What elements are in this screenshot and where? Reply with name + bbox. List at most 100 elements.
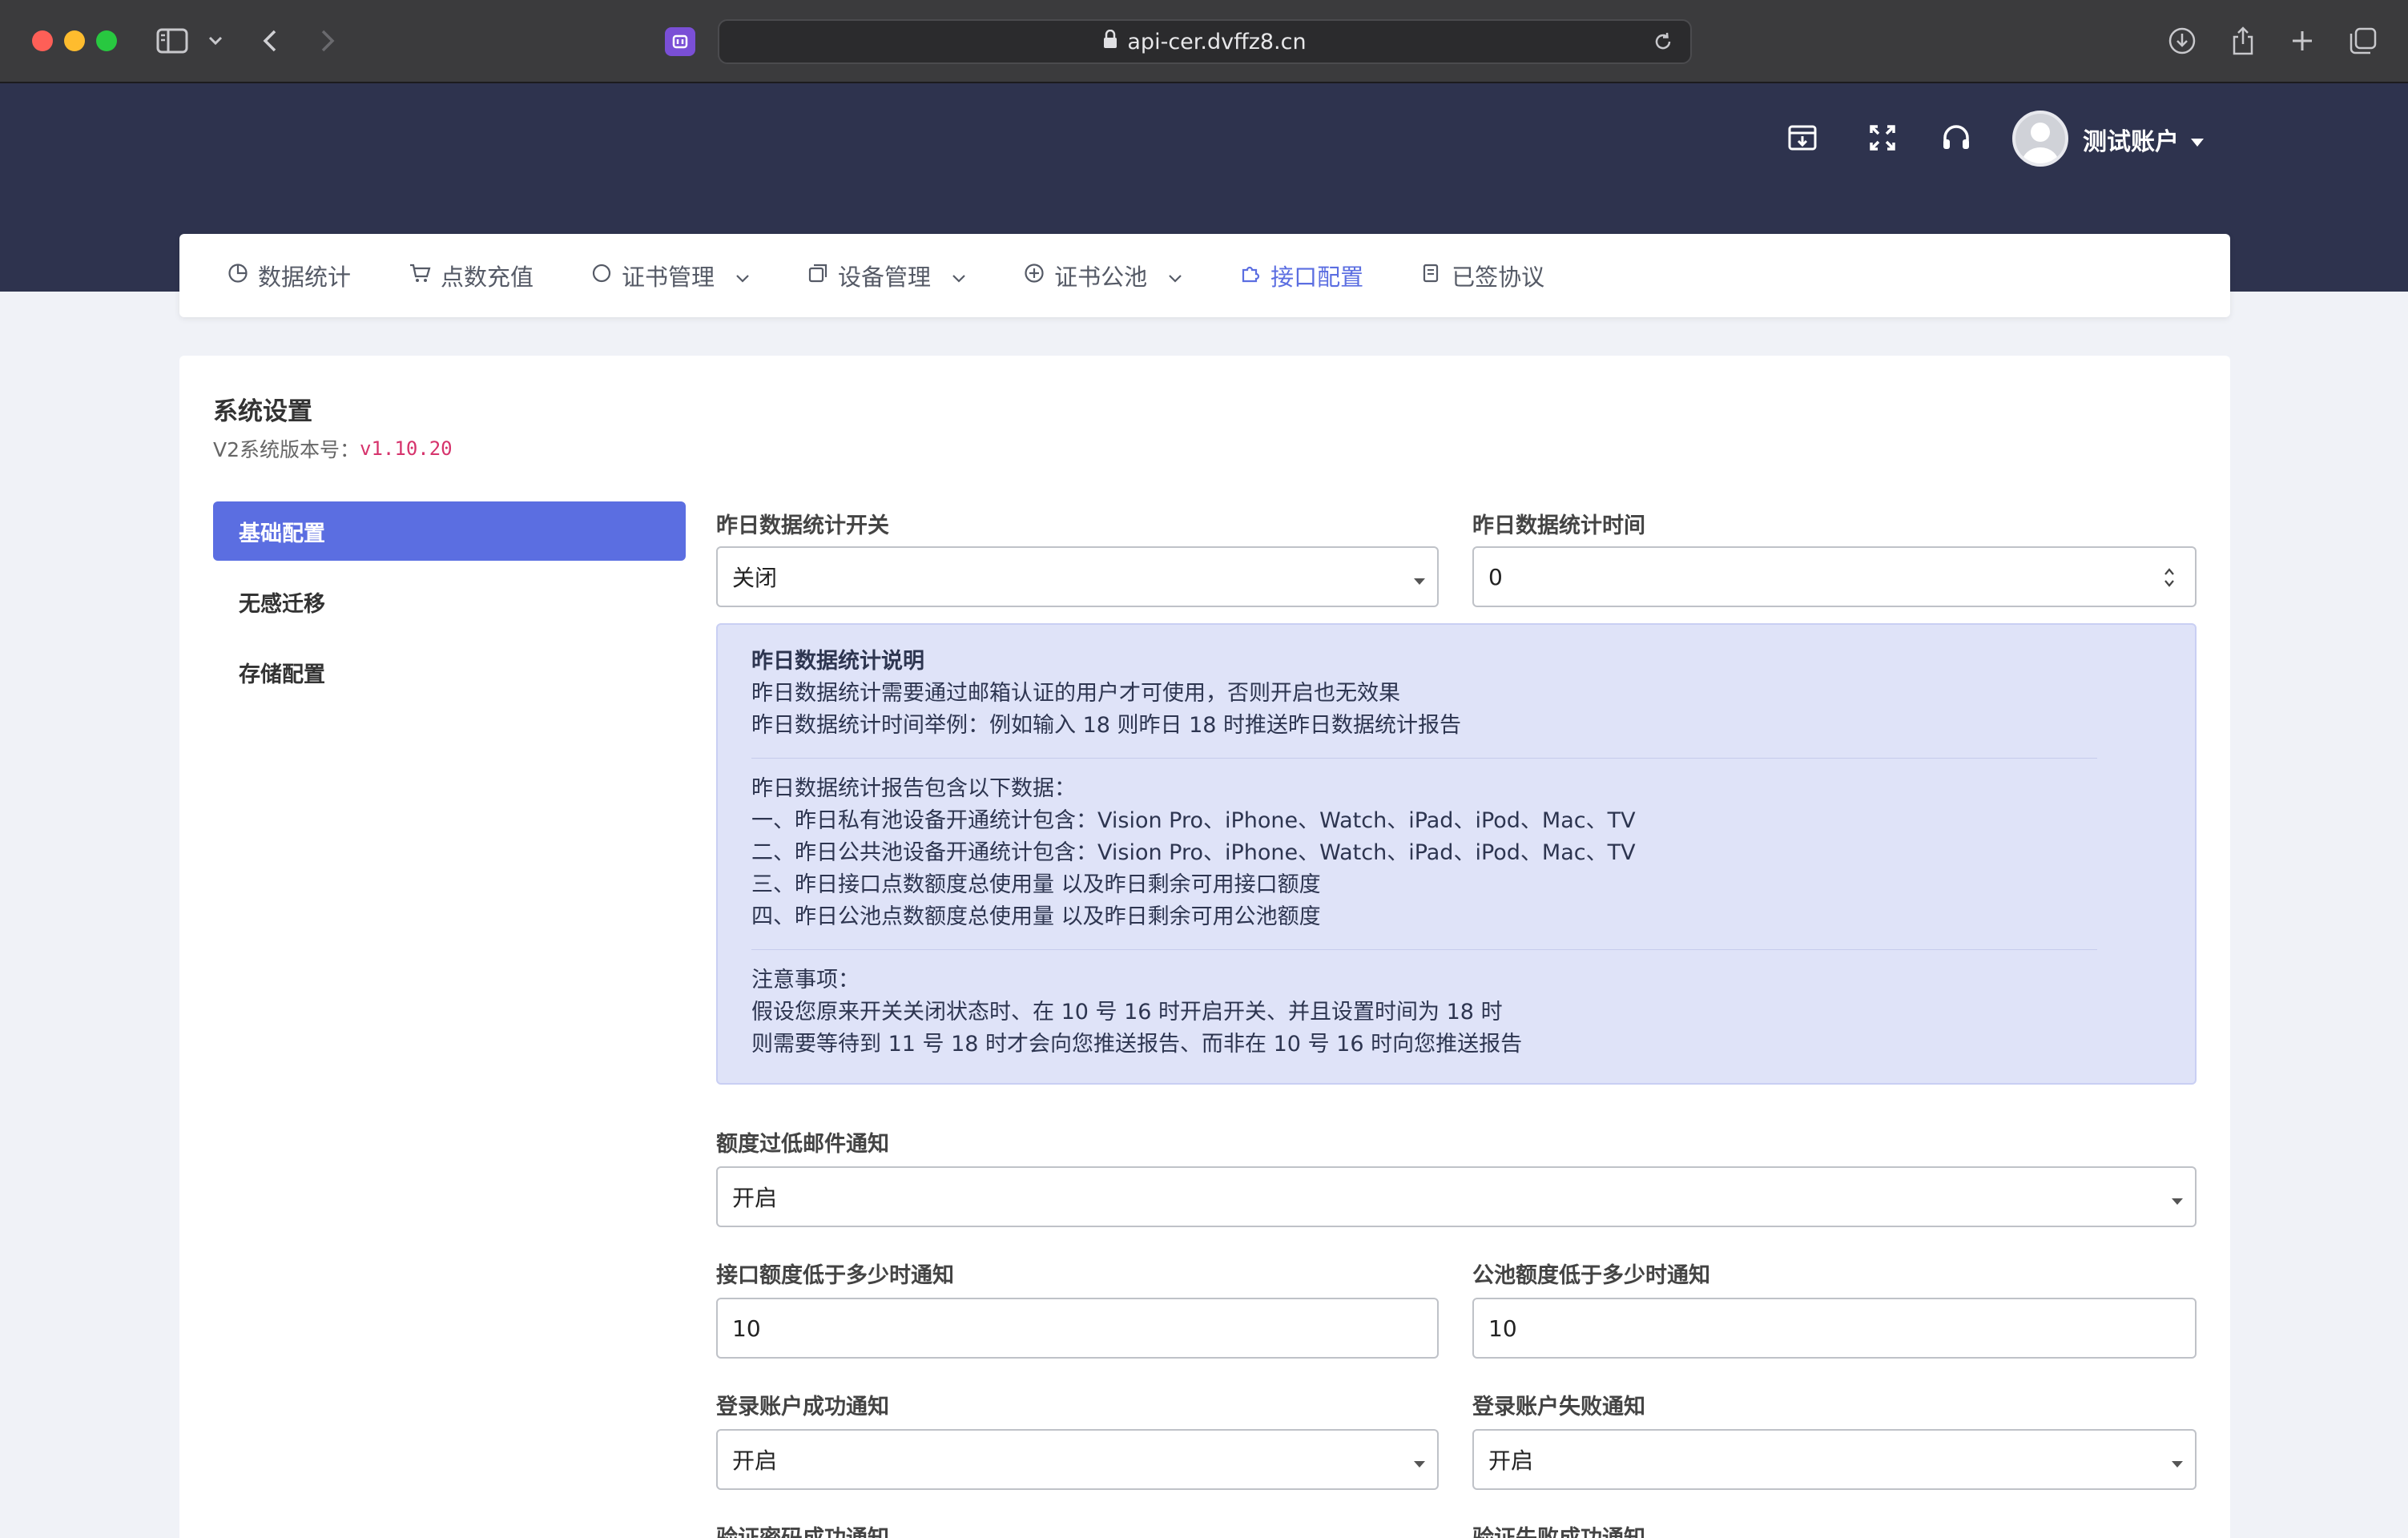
puzzle-icon — [1240, 262, 1261, 289]
device-icon — [807, 262, 828, 289]
avatar[interactable] — [2012, 111, 2068, 167]
caret-down-icon — [2190, 126, 2205, 154]
input-value: 10 — [732, 1315, 761, 1342]
select-value: 关闭 — [732, 565, 778, 591]
chevron-down-icon — [952, 262, 966, 289]
nav-item-device-management[interactable]: 设备管理 — [807, 259, 966, 292]
account-menu[interactable]: 测试账户 — [2083, 122, 2205, 157]
version-value: v1.10.20 — [360, 437, 453, 460]
info-line: 假设您原来开关关闭状态时、在 10 号 16 时开启开关、并且设置时间为 18 … — [751, 1000, 1503, 1025]
info-line: 则需要等待到 11 号 18 时才会向您推送报告、而非在 10 号 16 时向您… — [751, 1032, 1523, 1057]
fullscreen-icon[interactable] — [1863, 119, 1902, 157]
pool-quota-threshold-label: 公池额度低于多少时通知 — [1472, 1263, 1710, 1288]
minimize-window-button[interactable] — [64, 30, 85, 51]
stats-switch-label: 昨日数据统计开关 — [716, 513, 889, 538]
page-title: 系统设置 — [213, 397, 312, 426]
settings-card: 系统设置 V2系统版本号： v1.10.20 基础配置 无感迁移 存储配置 昨日… — [179, 356, 2230, 1538]
version-info: V2系统版本号： v1.10.20 — [213, 434, 453, 463]
lock-icon — [1103, 29, 1117, 54]
verify-pwd-success-label: 验证密码成功通知 — [716, 1520, 889, 1538]
nav-item-label: 证书公池 — [1054, 264, 1148, 291]
info-line: 注意事项： — [751, 968, 860, 992]
tab-overview-icon[interactable] — [2347, 22, 2379, 59]
headset-icon[interactable] — [1937, 119, 1975, 157]
nav-item-label: 接口配置 — [1270, 264, 1364, 291]
cart-icon — [409, 262, 431, 289]
divider — [751, 758, 2097, 759]
chevron-down-icon — [1168, 262, 1182, 289]
zoom-window-button[interactable] — [96, 30, 117, 51]
nav-item-api-config[interactable]: 接口配置 — [1240, 259, 1363, 292]
info-line: 昨日数据统计时间举例：例如输入 18 则昨日 18 时推送昨日数据统计报告 — [751, 713, 1462, 738]
divider — [751, 949, 2097, 950]
caret-down-icon — [2171, 1448, 2184, 1475]
url-text: api-cer.dvffz8.cn — [1127, 29, 1307, 54]
login-fail-label: 登录账户失败通知 — [1472, 1395, 1645, 1419]
chevron-down-icon — [735, 262, 750, 289]
nav-item-label: 已签协议 — [1452, 264, 1545, 291]
plus-circle-icon — [1024, 262, 1045, 289]
archive-download-icon[interactable] — [1783, 119, 1822, 157]
login-fail-select[interactable]: 开启 — [1472, 1429, 2197, 1490]
reload-icon[interactable] — [1652, 30, 1674, 58]
extension-icon[interactable] — [665, 27, 695, 56]
new-tab-icon[interactable] — [2286, 22, 2318, 59]
pie-chart-icon — [228, 262, 248, 289]
back-icon[interactable] — [258, 22, 282, 59]
nav-item-label: 设备管理 — [838, 264, 932, 291]
nav-item-label: 证书管理 — [622, 264, 715, 291]
stats-time-input[interactable]: 0 — [1472, 546, 2197, 607]
input-value: 10 — [1488, 1315, 1517, 1342]
nav-item-signed-agreements[interactable]: 已签协议 — [1421, 259, 1544, 292]
main-nav: 数据统计 点数充值 证书管理 设备管理 证书公池 接口配置 已签协议 — [179, 234, 2230, 317]
side-item-storage-config[interactable]: 存储配置 — [213, 642, 686, 702]
nav-item-label: 点数充值 — [441, 264, 534, 291]
stats-time-label: 昨日数据统计时间 — [1472, 513, 1645, 538]
version-label: V2系统版本号： — [213, 438, 360, 461]
downloads-icon[interactable] — [2166, 22, 2198, 59]
api-quota-threshold-input[interactable]: 10 — [716, 1298, 1439, 1359]
nav-item-data-stats[interactable]: 数据统计 — [228, 259, 351, 292]
login-success-select[interactable]: 开启 — [716, 1429, 1439, 1490]
caret-down-icon — [2171, 1186, 2184, 1212]
stats-switch-select[interactable]: 关闭 — [716, 546, 1439, 607]
pool-quota-threshold-input[interactable]: 10 — [1472, 1298, 2197, 1359]
stepper-icon[interactable] — [2163, 566, 2176, 595]
api-quota-threshold-label: 接口额度低于多少时通知 — [716, 1263, 954, 1288]
address-bar[interactable]: api-cer.dvffz8.cn — [718, 19, 1692, 64]
stats-info-box: 昨日数据统计说明 昨日数据统计需要通过邮箱认证的用户才可使用，否则开启也无效果 … — [716, 623, 2197, 1085]
info-line: 一、昨日私有池设备开通统计包含：Vision Pro、iPhone、Watch、… — [751, 808, 1636, 833]
verify-fail-success-label: 验证失败成功通知 — [1472, 1520, 1645, 1538]
side-item-seamless-migration[interactable]: 无感迁移 — [213, 572, 686, 631]
low-quota-email-label: 额度过低邮件通知 — [716, 1132, 889, 1157]
select-value: 开启 — [732, 1447, 778, 1474]
settings-side-menu: 基础配置 无感迁移 存储配置 — [213, 501, 686, 713]
caret-down-icon — [1413, 566, 1426, 592]
nav-item-recharge[interactable]: 点数充值 — [409, 259, 534, 292]
select-value: 开启 — [732, 1185, 778, 1211]
select-value: 开启 — [1488, 1447, 1534, 1474]
sidebar-toggle-icon[interactable] — [154, 22, 191, 59]
input-value: 0 — [1488, 563, 1503, 590]
info-line: 四、昨日公池点数额度总使用量 以及昨日剩余可用公池额度 — [751, 904, 1321, 929]
document-icon — [1421, 262, 1442, 289]
info-line: 二、昨日公共池设备开通统计包含：Vision Pro、iPhone、Watch、… — [751, 840, 1636, 865]
caret-down-icon — [1413, 1448, 1426, 1475]
forward-icon[interactable] — [316, 22, 340, 59]
nav-item-cert-management[interactable]: 证书管理 — [591, 259, 750, 292]
nav-item-label: 数据统计 — [258, 264, 352, 291]
close-window-button[interactable] — [32, 30, 53, 51]
share-icon[interactable] — [2227, 22, 2259, 59]
info-line: 昨日数据统计需要通过邮箱认证的用户才可使用，否则开启也无效果 — [751, 681, 1400, 706]
certificate-icon — [591, 262, 612, 289]
account-name: 测试账户 — [2083, 128, 2179, 156]
low-quota-email-select[interactable]: 开启 — [716, 1166, 2197, 1227]
login-success-label: 登录账户成功通知 — [716, 1395, 889, 1419]
chevron-down-icon[interactable] — [205, 22, 226, 59]
browser-toolbar: api-cer.dvffz8.cn — [0, 0, 2408, 83]
nav-item-cert-pool[interactable]: 证书公池 — [1024, 259, 1182, 292]
info-line: 三、昨日接口点数额度总使用量 以及昨日剩余可用接口额度 — [751, 872, 1321, 897]
side-item-basic-config[interactable]: 基础配置 — [213, 501, 686, 561]
info-title: 昨日数据统计说明 — [751, 649, 924, 674]
info-line: 昨日数据统计报告包含以下数据： — [751, 776, 1076, 801]
